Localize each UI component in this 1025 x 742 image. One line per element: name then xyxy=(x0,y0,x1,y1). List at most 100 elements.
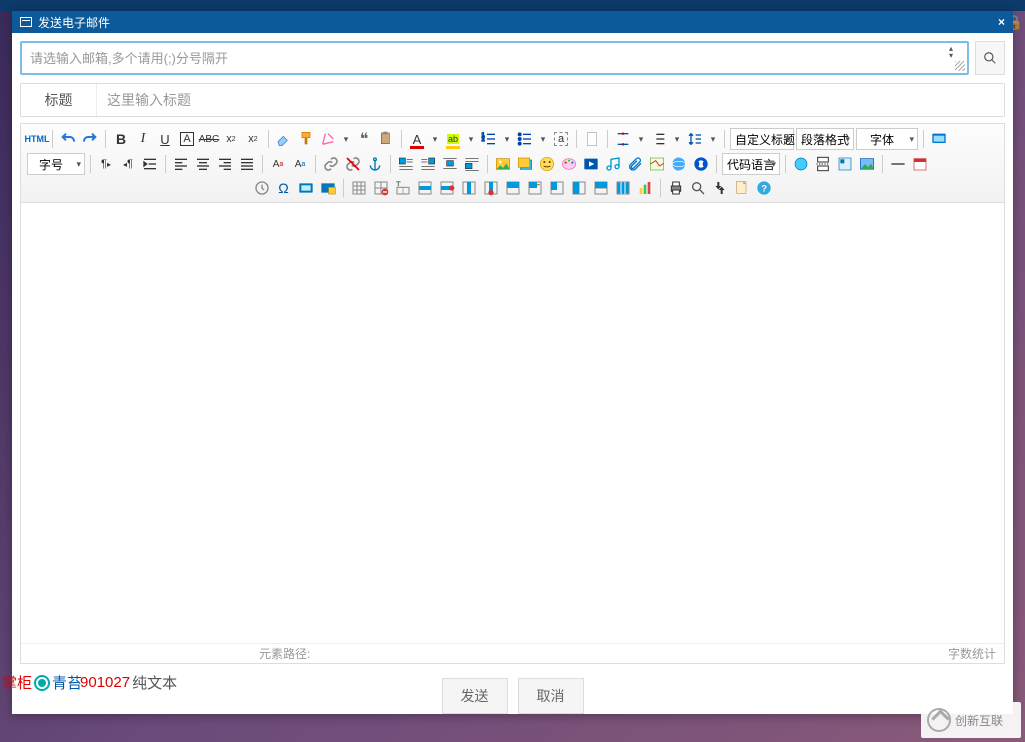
time-button[interactable] xyxy=(252,178,272,198)
anchor-button[interactable] xyxy=(365,154,385,174)
drafts-button[interactable] xyxy=(732,178,752,198)
snapscreen-button[interactable] xyxy=(296,178,316,198)
undo-button[interactable] xyxy=(58,129,78,149)
gmap-button[interactable] xyxy=(669,154,689,174)
fullscreen-button[interactable] xyxy=(929,129,949,149)
emoji-button[interactable] xyxy=(537,154,557,174)
table-button[interactable] xyxy=(349,178,369,198)
delete-row-button[interactable] xyxy=(437,178,457,198)
video-button[interactable] xyxy=(581,154,601,174)
italic-button[interactable]: I xyxy=(133,129,153,149)
delete-col-button[interactable] xyxy=(481,178,501,198)
word-count-label[interactable]: 字数统计 xyxy=(948,645,996,662)
resize-handle-icon[interactable] xyxy=(955,61,965,71)
align-justify-button[interactable] xyxy=(237,154,257,174)
dropdown-icon[interactable]: ▾ xyxy=(707,134,719,145)
indent-button[interactable] xyxy=(140,154,160,174)
page-button[interactable] xyxy=(582,129,602,149)
paragraph-format-select[interactable]: 段落格式 xyxy=(796,128,854,150)
insert-col-button[interactable] xyxy=(459,178,479,198)
align-center-button[interactable] xyxy=(193,154,213,174)
attachment-button[interactable] xyxy=(625,154,645,174)
title-input[interactable] xyxy=(97,84,1004,116)
selectall-button[interactable]: a xyxy=(551,129,571,149)
specialchar-button[interactable]: Ω xyxy=(274,178,294,198)
pagebreak-button[interactable] xyxy=(813,154,833,174)
background-button[interactable] xyxy=(857,154,877,174)
dropdown-icon[interactable]: ▾ xyxy=(340,134,352,145)
close-button[interactable]: × xyxy=(998,15,1005,29)
superscript-button[interactable]: x2 xyxy=(221,129,241,149)
unlink-button[interactable] xyxy=(343,154,363,174)
dropdown-icon[interactable]: ▾ xyxy=(671,134,683,145)
blockquote-button[interactable]: ❝ xyxy=(354,129,374,149)
tolowercase-button[interactable]: Aa xyxy=(290,154,310,174)
editor-canvas[interactable] xyxy=(21,203,1004,643)
merge-down-button[interactable] xyxy=(547,178,567,198)
backcolor-button[interactable]: ab xyxy=(443,129,463,149)
chart-button[interactable] xyxy=(635,178,655,198)
dropdown-icon[interactable]: ▾ xyxy=(635,134,647,145)
img-center-button[interactable] xyxy=(440,154,460,174)
preview-button[interactable] xyxy=(688,178,708,198)
webapp-button[interactable] xyxy=(791,154,811,174)
touppercase-button[interactable]: Aa xyxy=(268,154,288,174)
eraser-button[interactable] xyxy=(274,129,294,149)
font-family-select[interactable]: 字体 xyxy=(856,128,918,150)
cancel-button[interactable]: 取消 xyxy=(518,678,584,714)
ltr-button[interactable]: ¶▸ xyxy=(96,154,116,174)
help-button[interactable]: ? xyxy=(754,178,774,198)
img-float-right-button[interactable] xyxy=(418,154,438,174)
map-button[interactable] xyxy=(647,154,667,174)
custom-title-select[interactable]: 自定义标题 xyxy=(730,128,794,150)
format-brush-button[interactable] xyxy=(296,129,316,149)
music-button[interactable] xyxy=(603,154,623,174)
rowspacing-button[interactable] xyxy=(613,129,633,149)
split-rows-button[interactable] xyxy=(591,178,611,198)
horizontal-rule-button[interactable] xyxy=(888,154,908,174)
code-lang-select[interactable]: 代码语言 xyxy=(722,153,780,175)
template-button[interactable] xyxy=(835,154,855,174)
subscript-button[interactable]: x2 xyxy=(243,129,263,149)
merge-right-button[interactable] xyxy=(525,178,545,198)
insert-para-before-table-button[interactable]: T xyxy=(393,178,413,198)
redo-button[interactable] xyxy=(80,129,100,149)
lineheight-button[interactable] xyxy=(649,129,669,149)
insert-image-button[interactable] xyxy=(493,154,513,174)
forecolor-button[interactable]: A xyxy=(407,129,427,149)
strike-button[interactable]: ABC xyxy=(199,129,219,149)
bold-button[interactable]: B xyxy=(111,129,131,149)
search-button[interactable] xyxy=(975,41,1005,75)
date-button[interactable] xyxy=(910,154,930,174)
email-input[interactable] xyxy=(22,43,967,73)
underline-button[interactable]: U xyxy=(155,129,175,149)
autotype-button[interactable] xyxy=(318,129,338,149)
stepper-icon[interactable]: ▴▾ xyxy=(949,45,953,59)
dropdown-icon[interactable]: ▾ xyxy=(537,134,549,145)
link-button[interactable] xyxy=(321,154,341,174)
align-right-button[interactable] xyxy=(215,154,235,174)
baidu-map-button[interactable] xyxy=(691,154,711,174)
split-cells-button[interactable] xyxy=(569,178,589,198)
source-button[interactable]: HTML xyxy=(27,129,47,149)
dropdown-icon[interactable]: ▾ xyxy=(429,134,441,145)
print-button[interactable] xyxy=(666,178,686,198)
img-none-button[interactable] xyxy=(462,154,482,174)
ordered-list-button[interactable]: 12 xyxy=(479,129,499,149)
merge-cells-button[interactable] xyxy=(503,178,523,198)
send-button[interactable]: 发送 xyxy=(442,678,508,714)
dropdown-icon[interactable]: ▾ xyxy=(501,134,513,145)
font-size-select[interactable]: 字号 xyxy=(27,153,85,175)
fontborder-button[interactable]: A xyxy=(177,129,197,149)
dropdown-icon[interactable]: ▾ xyxy=(465,134,477,145)
rtl-button[interactable]: ◂¶ xyxy=(118,154,138,174)
img-float-left-button[interactable] xyxy=(396,154,416,174)
wordimage-button[interactable] xyxy=(318,178,338,198)
unordered-list-button[interactable] xyxy=(515,129,535,149)
split-cols-button[interactable] xyxy=(613,178,633,198)
pastespecial-button[interactable] xyxy=(376,129,396,149)
linespacing-button[interactable] xyxy=(685,129,705,149)
delete-table-button[interactable] xyxy=(371,178,391,198)
insert-row-button[interactable] xyxy=(415,178,435,198)
multi-image-button[interactable] xyxy=(515,154,535,174)
